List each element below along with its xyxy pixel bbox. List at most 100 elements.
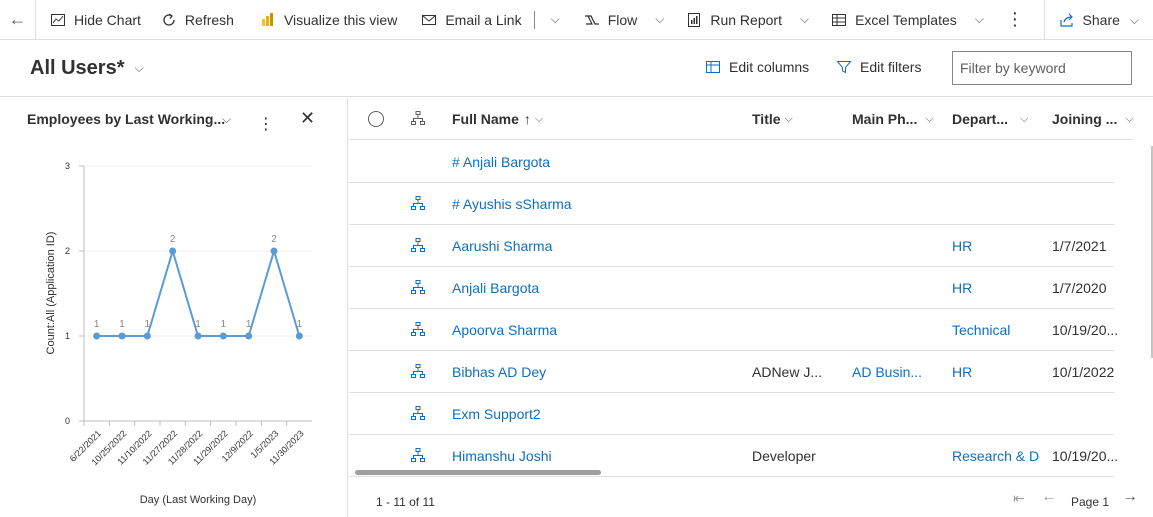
- filter-keyword-input[interactable]: [952, 51, 1132, 85]
- table-row[interactable]: Apoorva Sharma Technical 10/19/20...: [349, 309, 1117, 351]
- department-link[interactable]: HR: [952, 364, 1040, 380]
- full-name-link[interactable]: Aarushi Sharma: [452, 238, 742, 254]
- close-icon[interactable]: ✕: [300, 108, 315, 129]
- previous-page-icon[interactable]: ←: [1041, 488, 1057, 506]
- hierarchy-icon: [410, 110, 426, 126]
- chevron-down-icon: ⌵: [550, 12, 560, 26]
- hierarchy-icon[interactable]: [410, 237, 426, 256]
- full-name-link[interactable]: Apoorva Sharma: [452, 322, 742, 338]
- chevron-down-icon: ⌵: [974, 12, 984, 26]
- select-all-checkbox[interactable]: [367, 110, 385, 128]
- hierarchy-icon[interactable]: [410, 363, 426, 382]
- email-link-dropdown[interactable]: ⌵: [537, 0, 574, 40]
- table-row[interactable]: # Anjali Bargota: [349, 141, 1114, 183]
- column-header-department[interactable]: Depart... ⌵: [952, 111, 1028, 127]
- data-point: [194, 332, 202, 340]
- full-name-link[interactable]: Anjali Bargota: [452, 280, 742, 296]
- hierarchy-icon[interactable]: [410, 447, 426, 466]
- email-link-button[interactable]: Email a Link: [411, 0, 531, 40]
- joining-date-cell: 10/1/2022: [1052, 364, 1115, 380]
- horizontal-scrollbar[interactable]: [355, 470, 601, 475]
- more-vertical-icon: ⋮: [1005, 9, 1024, 29]
- joining-date-cell: 1/7/2020: [1052, 280, 1107, 296]
- chart-panel: 0 1 2 3 6/22/2021 10/25/2022 11/10/2022 11/27/2…: [0, 98, 348, 517]
- report-icon: [686, 12, 702, 28]
- full-name-link[interactable]: Himanshu Joshi: [452, 448, 742, 464]
- separator: [533, 10, 535, 29]
- edit-columns-icon: [705, 59, 721, 75]
- chevron-down-icon: ⌵: [534, 112, 544, 125]
- table-row[interactable]: Aarushi Sharma HR 1/7/2021: [349, 225, 1114, 267]
- column-header-joining[interactable]: Joining ... ⌵: [1052, 111, 1134, 127]
- department-link[interactable]: Research & De: [952, 448, 1040, 464]
- chart-selector-chevron-icon[interactable]: ⌵: [222, 112, 231, 127]
- chart-more-icon[interactable]: ⋮: [258, 114, 274, 134]
- chevron-down-icon: ⌵: [134, 61, 144, 75]
- more-commands-button[interactable]: ⋮: [992, 0, 1038, 40]
- back-arrow-icon: ←: [8, 9, 27, 29]
- refresh-button[interactable]: Refresh: [151, 0, 244, 40]
- table-row[interactable]: Exm Support2: [349, 393, 1114, 435]
- chevron-down-icon: ⌵: [1125, 112, 1134, 125]
- share-button[interactable]: Share ⌵: [1043, 0, 1153, 40]
- flow-button[interactable]: Flow: [574, 0, 648, 40]
- run-report-dropdown[interactable]: ⌵: [792, 0, 817, 40]
- table-row[interactable]: # Ayushis sSharma: [349, 183, 1114, 225]
- edit-columns-button[interactable]: Edit columns: [705, 59, 809, 75]
- data-point: [270, 247, 278, 255]
- data-label: 1: [94, 319, 100, 330]
- data-label: 1: [221, 319, 227, 330]
- department-link[interactable]: Technical: [952, 322, 1040, 338]
- full-name-link[interactable]: # Anjali Bargota: [452, 154, 742, 170]
- main-phone-cell[interactable]: AD Busin...: [852, 364, 942, 380]
- data-label: 2: [271, 234, 277, 245]
- y-tick-label: 3: [65, 161, 70, 171]
- excel-templates-button[interactable]: Excel Templates: [821, 0, 967, 40]
- department-link[interactable]: HR: [952, 238, 1040, 254]
- full-name-link[interactable]: # Ayushis sSharma: [452, 196, 742, 212]
- department-link[interactable]: HR: [952, 280, 1040, 296]
- refresh-icon: [161, 12, 177, 28]
- chart-title[interactable]: Employees by Last Working...: [27, 111, 225, 127]
- column-header-title[interactable]: Title ⌵: [752, 111, 793, 127]
- flow-icon: [584, 12, 600, 28]
- chevron-down-icon: ⌵: [655, 12, 665, 26]
- hierarchy-icon[interactable]: [410, 279, 426, 298]
- column-header-main-phone[interactable]: Main Ph... ⌵: [852, 111, 934, 127]
- edit-filters-button[interactable]: Edit filters: [836, 59, 921, 75]
- grid-header: Full Name ↑ ⌵ Title ⌵ Main Ph... ⌵ Depar…: [349, 98, 1134, 140]
- table-row[interactable]: Anjali Bargota HR 1/7/2020: [349, 267, 1114, 309]
- run-report-button[interactable]: Run Report: [676, 0, 792, 40]
- email-icon: [421, 12, 437, 28]
- data-point: [143, 332, 151, 340]
- full-name-link[interactable]: Bibhas AD Dey: [452, 364, 742, 380]
- data-point: [219, 332, 227, 340]
- y-tick-label: 0: [65, 416, 70, 426]
- command-bar: ← Hide Chart Refresh Visualize this view…: [0, 0, 1153, 40]
- excel-templates-dropdown[interactable]: ⌵: [967, 0, 992, 40]
- visualize-view-button[interactable]: Visualize this view: [250, 0, 407, 40]
- view-title: All Users*: [30, 57, 125, 79]
- y-tick-label: 2: [65, 246, 70, 256]
- record-count: 1 - 11 of 11: [376, 495, 435, 509]
- y-axis-title: Count:All (Application ID): [45, 232, 57, 355]
- flow-dropdown[interactable]: ⌵: [647, 0, 672, 40]
- column-header-full-name[interactable]: Full Name ↑ ⌵: [452, 111, 543, 127]
- hierarchy-icon[interactable]: [410, 195, 426, 214]
- view-selector[interactable]: All Users* ⌵: [30, 57, 144, 80]
- first-page-icon[interactable]: ⇤: [1013, 490, 1025, 507]
- data-point: [93, 332, 101, 340]
- excel-icon: [831, 12, 847, 28]
- hierarchy-icon[interactable]: [410, 321, 426, 340]
- back-button[interactable]: ←: [0, 0, 36, 40]
- y-tick-label: 1: [65, 331, 70, 341]
- hierarchy-icon[interactable]: [410, 405, 426, 424]
- chart-icon: [50, 12, 66, 28]
- sort-ascending-icon: ↑: [523, 111, 531, 127]
- full-name-link[interactable]: Exm Support2: [452, 406, 742, 422]
- hide-chart-button[interactable]: Hide Chart: [40, 0, 151, 40]
- page-number: Page 1: [1071, 495, 1110, 509]
- next-page-icon[interactable]: →: [1122, 488, 1138, 506]
- data-label: 1: [119, 319, 125, 330]
- table-row[interactable]: Bibhas AD Dey ADNew J... AD Busin... HR 10/1…: [349, 351, 1114, 393]
